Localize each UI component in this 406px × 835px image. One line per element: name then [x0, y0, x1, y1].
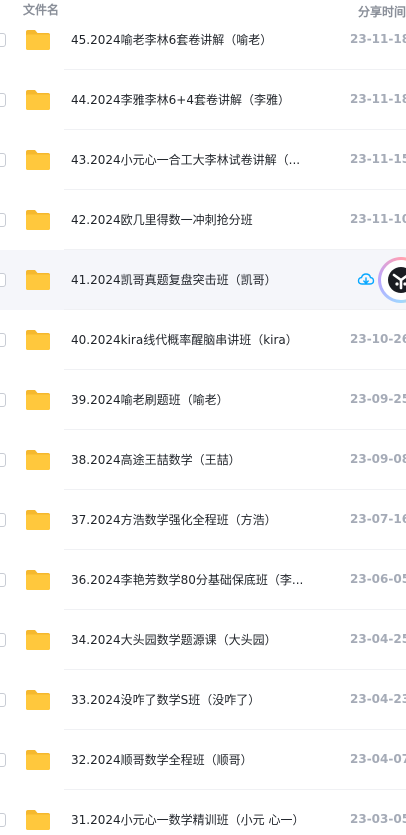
file-row[interactable]: 41.2024凯哥真题复盘突击班（凯哥）: [0, 250, 406, 310]
file-name[interactable]: 40.2024kira线代概率醒脑串讲班（kira）: [71, 331, 298, 348]
share-date: 23-11-10: [350, 212, 406, 226]
file-row[interactable]: 40.2024kira线代概率醒脑串讲班（kira） 23-10-26: [0, 310, 406, 370]
file-row[interactable]: 34.2024大头园数学题源课（大头园） 23-04-25: [0, 610, 406, 670]
row-checkbox[interactable]: [0, 693, 6, 707]
file-name[interactable]: 44.2024李雅李林6+4套卷讲解（李雅）: [71, 91, 290, 108]
column-header-name[interactable]: 文件名: [23, 1, 59, 18]
row-checkbox[interactable]: [0, 213, 6, 227]
file-name[interactable]: 32.2024顺哥数学全程班（顺哥）: [71, 751, 253, 768]
row-checkbox[interactable]: [0, 333, 6, 347]
file-row[interactable]: 33.2024没咋了数学S班（没咋了） 23-04-23: [0, 670, 406, 730]
folder-icon: [25, 749, 51, 771]
row-checkbox[interactable]: [0, 33, 6, 47]
folder-icon: [25, 629, 51, 651]
row-checkbox[interactable]: [0, 153, 6, 167]
file-row[interactable]: 43.2024小元心一合工大李林试卷讲解（... 23-11-15: [0, 130, 406, 190]
cloud-download-icon[interactable]: [357, 272, 375, 288]
share-date: 23-07-16: [350, 512, 406, 526]
file-row[interactable]: 42.2024欧几里得数一冲刺抢分班 23-11-10: [0, 190, 406, 250]
folder-icon: [25, 809, 51, 831]
file-list-page: 文件名 分享时间 45.2024喻老李林6套卷讲解（喻老） 23-11-18 44.…: [0, 0, 406, 835]
folder-icon: [25, 149, 51, 171]
share-date: 23-10-26: [350, 332, 406, 346]
folder-icon: [25, 89, 51, 111]
share-date: 23-11-18: [350, 92, 406, 106]
folder-icon: [25, 389, 51, 411]
file-name[interactable]: 31.2024小元心一数学精训班（小元 心一）: [71, 811, 304, 828]
assistant-avatar[interactable]: [378, 257, 406, 303]
file-row[interactable]: 37.2024方浩数学强化全程班（方浩） 23-07-16: [0, 490, 406, 550]
file-name[interactable]: 33.2024没咋了数学S班（没咋了）: [71, 691, 260, 708]
file-name[interactable]: 43.2024小元心一合工大李林试卷讲解（...: [71, 151, 300, 168]
column-header-share-time[interactable]: 分享时间: [358, 3, 406, 20]
file-name[interactable]: 41.2024凯哥真题复盘突击班（凯哥）: [71, 271, 277, 288]
file-row[interactable]: 31.2024小元心一数学精训班（小元 心一） 23-03-05: [0, 790, 406, 835]
row-checkbox[interactable]: [0, 453, 6, 467]
share-date: 23-04-25: [350, 632, 406, 646]
share-date: 23-11-18: [350, 32, 406, 46]
file-name[interactable]: 38.2024高途王喆数学（王喆）: [71, 451, 241, 468]
list-header: 文件名 分享时间: [0, 0, 406, 20]
row-checkbox[interactable]: [0, 513, 6, 527]
file-name[interactable]: 34.2024大头园数学题源课（大头园）: [71, 631, 277, 648]
file-name[interactable]: 36.2024李艳芳数学80分基础保底班（李...: [71, 571, 303, 588]
row-checkbox[interactable]: [0, 273, 6, 287]
share-date: 23-03-05: [350, 812, 406, 826]
share-date: 23-04-23: [350, 692, 406, 706]
assistant-avatar-icon: [381, 260, 406, 300]
share-date: 23-06-05: [350, 572, 406, 586]
file-row[interactable]: 32.2024顺哥数学全程班（顺哥） 23-04-07: [0, 730, 406, 790]
file-row[interactable]: 39.2024喻老刷题班（喻老） 23-09-25: [0, 370, 406, 430]
folder-icon: [25, 269, 51, 291]
file-name[interactable]: 39.2024喻老刷题班（喻老）: [71, 391, 229, 408]
folder-icon: [25, 569, 51, 591]
file-name[interactable]: 42.2024欧几里得数一冲刺抢分班: [71, 211, 253, 228]
folder-icon: [25, 449, 51, 471]
row-checkbox[interactable]: [0, 633, 6, 647]
file-list: 45.2024喻老李林6套卷讲解（喻老） 23-11-18 44.2024李雅李林6…: [0, 10, 406, 835]
row-checkbox[interactable]: [0, 393, 6, 407]
folder-icon: [25, 689, 51, 711]
share-date: 23-09-25: [350, 392, 406, 406]
file-row[interactable]: 36.2024李艳芳数学80分基础保底班（李... 23-06-05: [0, 550, 406, 610]
folder-icon: [25, 509, 51, 531]
file-row[interactable]: 44.2024李雅李林6+4套卷讲解（李雅） 23-11-18: [0, 70, 406, 130]
row-checkbox[interactable]: [0, 93, 6, 107]
folder-icon: [25, 329, 51, 351]
share-date: 23-09-08: [350, 452, 406, 466]
file-row[interactable]: 38.2024高途王喆数学（王喆） 23-09-08: [0, 430, 406, 490]
row-checkbox[interactable]: [0, 753, 6, 767]
row-checkbox[interactable]: [0, 573, 6, 587]
file-name[interactable]: 45.2024喻老李林6套卷讲解（喻老）: [71, 31, 272, 48]
folder-icon: [25, 209, 51, 231]
folder-icon: [25, 29, 51, 51]
row-checkbox[interactable]: [0, 813, 6, 827]
share-date: 23-11-15: [350, 152, 406, 166]
file-name[interactable]: 37.2024方浩数学强化全程班（方浩）: [71, 511, 277, 528]
share-date: 23-04-07: [350, 752, 406, 766]
